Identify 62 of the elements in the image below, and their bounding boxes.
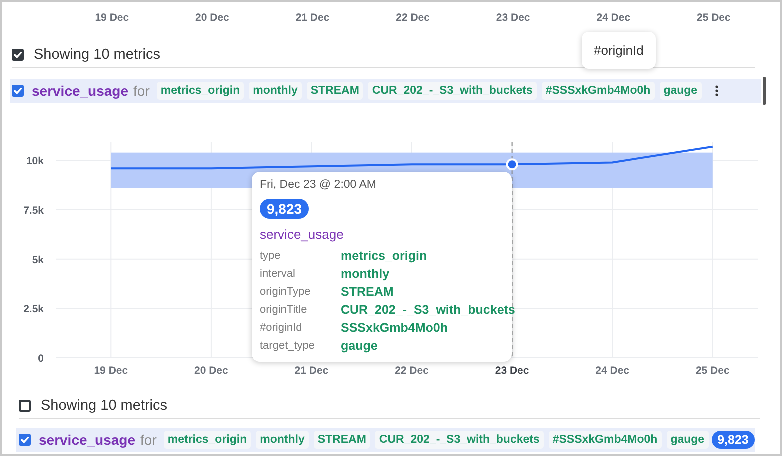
axis-label: 19 Dec bbox=[94, 12, 130, 26]
field-label: originType bbox=[260, 285, 312, 300]
x-axis-label: 19 Dec bbox=[94, 365, 128, 376]
checkbox[interactable] bbox=[19, 434, 31, 446]
metric-tag: monthly bbox=[256, 431, 309, 449]
scrollbar-thumb[interactable] bbox=[763, 77, 766, 105]
metric-tag: gauge bbox=[660, 82, 702, 100]
axis-label: 25 Dec bbox=[696, 12, 732, 26]
metric-row[interactable]: service_usage for metrics_origin monthly STREAM CUR_202_-_S3_with_buckets #SSSxkGmb4Mo0h gauge 9,823 bbox=[16, 428, 755, 452]
x-axis-label: 21 Dec bbox=[294, 365, 329, 376]
y-axis-label: 5k bbox=[32, 254, 44, 266]
metric-tag: #SSSxkGmb4Mo0h bbox=[548, 431, 662, 449]
field-value: CUR_202_-_S3_with_buckets bbox=[341, 302, 516, 318]
metric-tag: CUR_202_-_S3_with_buckets bbox=[375, 431, 544, 449]
metric-row[interactable]: service_usage for metrics_origin monthly STREAM CUR_202_-_S3_with_buckets #SSSxkGmb4Mo0h gauge bbox=[10, 79, 761, 103]
connector-text: for bbox=[134, 83, 150, 99]
field-label: target_type bbox=[260, 339, 316, 354]
metric-name: service_usage bbox=[260, 227, 345, 242]
metric-tag: monthly bbox=[249, 82, 302, 100]
y-axis-label: 7.5k bbox=[24, 205, 44, 218]
section-label: Showing 10 metrics bbox=[34, 47, 161, 63]
field-value: STREAM bbox=[341, 284, 395, 300]
metric-tag: STREAM bbox=[314, 431, 370, 449]
field-value: monthly bbox=[341, 266, 391, 282]
metric-tag: STREAM bbox=[306, 82, 364, 100]
metric-tag: metrics_origin bbox=[156, 82, 244, 100]
field-label: #originId bbox=[260, 321, 304, 336]
x-axis-label: 22 Dec bbox=[395, 365, 429, 376]
x-axis-label: 25 Dec bbox=[696, 365, 730, 376]
x-axis-label: 20 Dec bbox=[194, 365, 228, 376]
field-value: SSSxkGmb4Mo0h bbox=[341, 320, 449, 336]
checkbox[interactable] bbox=[12, 85, 24, 97]
metric-tag: CUR_202_-_S3_with_buckets bbox=[368, 82, 537, 100]
axis-label: 22 Dec bbox=[395, 12, 431, 26]
tooltip-time: Fri, Dec 23 @ 2:00 AM bbox=[260, 179, 378, 191]
value-badge: 9,823 bbox=[260, 199, 310, 219]
metric-tag: gauge bbox=[666, 431, 709, 449]
y-axis-label: 10k bbox=[26, 156, 44, 168]
field-label: originTitle bbox=[260, 303, 308, 318]
field-label: type bbox=[260, 249, 282, 264]
metric-name: service_usage bbox=[39, 432, 136, 448]
field-value: metrics_origin bbox=[341, 248, 428, 264]
axis-label: 24 Dec bbox=[596, 12, 632, 26]
axis-label: 21 Dec bbox=[294, 12, 331, 26]
value-badge: 9,823 bbox=[712, 431, 755, 449]
field-value: gauge bbox=[341, 338, 379, 354]
checkbox[interactable] bbox=[19, 400, 31, 412]
y-axis-label: 0 bbox=[38, 353, 44, 365]
metric-tag: #SSSxkGmb4Mo0h bbox=[542, 82, 655, 100]
more-icon[interactable] bbox=[714, 85, 719, 97]
tooltip-text: #originId bbox=[594, 43, 644, 58]
y-axis-label: 2.5k bbox=[24, 304, 44, 316]
field-label: interval bbox=[260, 267, 296, 282]
metric-tag: metrics_origin bbox=[164, 431, 252, 449]
connector-text: for bbox=[140, 432, 157, 448]
axis-label: 20 Dec bbox=[194, 12, 230, 26]
metric-name: service_usage bbox=[32, 83, 129, 99]
x-axis-label: 23 Dec bbox=[495, 365, 530, 376]
axis-label: 23 Dec bbox=[495, 12, 532, 26]
section-label: Showing 10 metrics bbox=[41, 398, 168, 414]
x-axis-label: 24 Dec bbox=[596, 365, 630, 376]
checkbox[interactable] bbox=[12, 49, 24, 61]
